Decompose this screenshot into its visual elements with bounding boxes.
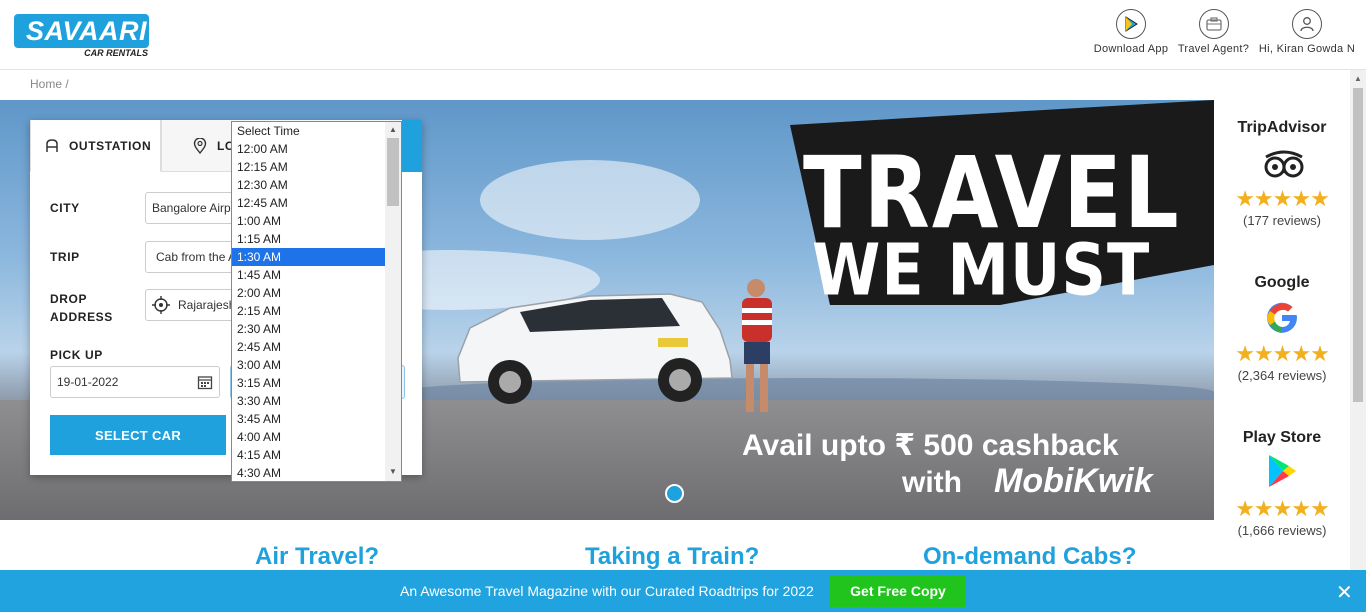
travel-agent-label: Travel Agent?: [1177, 43, 1250, 55]
play-store-icon: [1262, 453, 1302, 493]
star-rating: ★★★★★: [1235, 496, 1330, 521]
ratings-panel: TripAdvisor ★★★★★ (177 reviews) Google ★…: [1214, 100, 1350, 550]
star-rating: ★★★★★: [1235, 186, 1330, 211]
pickup-time-dropdown[interactable]: Select Time 12:00 AM 12:15 AM 12:30 AM 12:45…: [231, 121, 402, 482]
savaari-logo[interactable]: SAVAARI CAR RENTALS: [14, 14, 150, 60]
rating-google[interactable]: Google ★★★★★ (2,364 reviews): [1214, 274, 1350, 383]
map-pin-icon: [193, 136, 207, 154]
feature-cabs[interactable]: On-demand Cabs?: [923, 543, 1136, 571]
time-option[interactable]: 3:30 AM: [232, 392, 385, 410]
drop-address-input[interactable]: Rajarajesh: [145, 289, 235, 321]
select-car-button[interactable]: SELECT CAR: [50, 415, 226, 455]
dropdown-scroll-thumb[interactable]: [387, 138, 399, 206]
review-count: (177 reviews): [1242, 213, 1322, 228]
user-account-menu[interactable]: Hi, Kiran Gowda N: [1256, 9, 1358, 55]
cloud-shape: [480, 160, 700, 240]
scroll-up-arrow-icon[interactable]: ▲: [389, 125, 397, 134]
logo-subtitle: CAR RENTALS: [84, 48, 148, 58]
time-option[interactable]: 2:15 AM: [232, 302, 385, 320]
pickup-date-value: 19-01-2022: [57, 375, 119, 389]
rating-play-store[interactable]: Play Store ★★★★★ (1,666 reviews): [1214, 429, 1350, 538]
logo-wordmark: SAVAARI: [14, 14, 149, 48]
review-count: (1,666 reviews): [1237, 523, 1327, 538]
time-option[interactable]: 12:15 AM: [232, 158, 385, 176]
rating-tripadvisor[interactable]: TripAdvisor ★★★★★ (177 reviews): [1214, 119, 1350, 228]
download-app-label: Download App: [1093, 43, 1169, 55]
time-option[interactable]: 12:00 AM: [232, 140, 385, 158]
time-option[interactable]: 2:45 AM: [232, 338, 385, 356]
time-option-placeholder[interactable]: Select Time: [232, 122, 385, 140]
time-option[interactable]: 1:00 AM: [232, 212, 385, 230]
play-store-icon: [1116, 9, 1146, 39]
city-label: CITY: [50, 201, 80, 215]
drop-label-line2: ADDRESS: [50, 310, 113, 324]
rating-source-name: TripAdvisor: [1237, 119, 1327, 136]
page-scroll-thumb[interactable]: [1353, 88, 1363, 402]
feature-train[interactable]: Taking a Train?: [585, 543, 759, 571]
time-option[interactable]: 3:45 AM: [232, 410, 385, 428]
page-scrollbar[interactable]: ▲: [1350, 70, 1366, 570]
time-option[interactable]: 12:45 AM: [232, 194, 385, 212]
hero-headline-2: WE MUST: [812, 228, 1151, 312]
time-option[interactable]: 1:30 AM: [232, 248, 385, 266]
magazine-promo-bar: An Awesome Travel Magazine with our Cura…: [0, 570, 1366, 612]
user-icon: [1292, 9, 1322, 39]
user-greeting: Hi, Kiran Gowda N: [1258, 43, 1356, 55]
calendar-icon[interactable]: [197, 374, 213, 390]
briefcase-icon: [1198, 9, 1229, 39]
time-options-list: Select Time 12:00 AM 12:15 AM 12:30 AM 12:45…: [232, 122, 385, 481]
white-suv-image: [457, 293, 733, 404]
time-option[interactable]: 3:15 AM: [232, 374, 385, 392]
car-front-icon: [45, 138, 59, 154]
site-header: SAVAARI CAR RENTALS Download App Travel …: [0, 0, 1366, 70]
scroll-up-arrow-icon[interactable]: ▲: [1354, 74, 1362, 83]
breadcrumb-home[interactable]: Home /: [30, 77, 69, 91]
drop-address-value: Rajarajesh: [178, 298, 235, 312]
promo-bar-text: An Awesome Travel Magazine with our Cura…: [400, 583, 814, 599]
get-free-copy-button[interactable]: Get Free Copy: [830, 575, 966, 607]
pickup-date-input[interactable]: 19-01-2022: [50, 366, 220, 398]
tab-airport[interactable]: [402, 120, 422, 172]
scroll-down-arrow-icon[interactable]: ▼: [389, 467, 397, 476]
star-rating: ★★★★★: [1235, 341, 1330, 366]
time-option[interactable]: 4:15 AM: [232, 446, 385, 464]
pickup-label: PICK UP: [50, 348, 103, 362]
mobikwik-logo: MobiKwik: [994, 462, 1153, 500]
tab-outstation-label: OUTSTATION: [69, 138, 152, 153]
time-option[interactable]: 4:30 AM: [232, 464, 385, 481]
travel-agent-link[interactable]: Travel Agent?: [1176, 9, 1251, 55]
time-option[interactable]: 4:00 AM: [232, 428, 385, 446]
trip-label: TRIP: [50, 250, 80, 264]
drop-label: DROP ADDRESS: [50, 290, 113, 326]
download-app-link[interactable]: Download App: [1090, 9, 1172, 55]
breadcrumb[interactable]: Home /: [30, 77, 69, 91]
time-option[interactable]: 1:15 AM: [232, 230, 385, 248]
time-option[interactable]: 1:45 AM: [232, 266, 385, 284]
carousel-indicator-dot[interactable]: [665, 484, 684, 503]
cashback-with-text: with: [902, 466, 962, 499]
city-input-value: Bangalore Airp: [152, 201, 231, 215]
tab-outstation[interactable]: OUTSTATION: [30, 120, 161, 172]
review-count: (2,364 reviews): [1237, 368, 1327, 383]
feature-air-travel[interactable]: Air Travel?: [255, 543, 379, 571]
dropdown-scrollbar[interactable]: ▲ ▼: [385, 122, 401, 481]
locate-crosshair-icon[interactable]: [152, 296, 170, 314]
google-g-icon: [1262, 298, 1302, 338]
close-icon[interactable]: ✕: [1336, 580, 1353, 605]
rating-source-name: Play Store: [1242, 429, 1322, 446]
cashback-offer-text: Avail upto ₹ 500 cashback: [742, 429, 1119, 462]
drop-label-line1: DROP: [50, 292, 88, 306]
time-option[interactable]: 2:00 AM: [232, 284, 385, 302]
traveler-image: [742, 279, 772, 412]
time-option[interactable]: 3:00 AM: [232, 356, 385, 374]
time-option[interactable]: 2:30 AM: [232, 320, 385, 338]
time-option[interactable]: 12:30 AM: [232, 176, 385, 194]
tripadvisor-owl-icon: [1262, 143, 1304, 183]
rating-source-name: Google: [1254, 274, 1310, 291]
trip-select[interactable]: Cab from the A: [145, 241, 235, 273]
trip-select-value: Cab from the A: [156, 250, 235, 264]
city-input[interactable]: Bangalore Airp: [145, 192, 235, 224]
